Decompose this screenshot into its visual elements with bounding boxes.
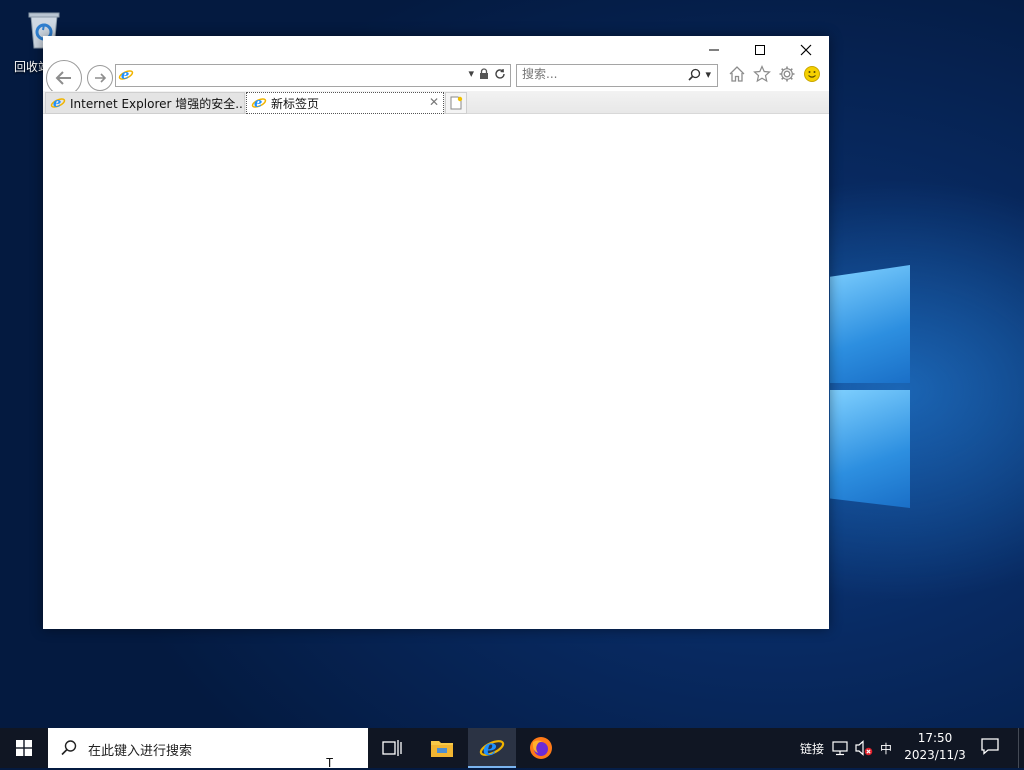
maximize-icon <box>755 45 765 55</box>
task-view-button[interactable] <box>368 728 416 768</box>
volume-tray-button[interactable] <box>855 728 873 768</box>
refresh-icon[interactable] <box>494 68 506 80</box>
show-desktop-button[interactable] <box>1018 728 1024 768</box>
feedback-smiley-icon[interactable] <box>803 65 821 83</box>
notification-icon <box>981 738 999 755</box>
forward-button[interactable] <box>87 65 113 91</box>
tab-ie-enhanced-security[interactable]: e Internet Explorer 增强的安全... <box>45 92 245 114</box>
internet-explorer-window: e ▾ ▾ <box>43 36 829 629</box>
svg-text:e: e <box>254 96 262 110</box>
firefox-taskbar-button[interactable] <box>517 728 565 768</box>
windows-start-icon <box>16 740 32 756</box>
search-icon <box>61 740 77 756</box>
taskbar: 在此键入进行搜索 T e 链接 中 17:50 2023/11/3 <box>0 728 1024 770</box>
task-view-icon <box>382 740 402 756</box>
navigation-bar: e ▾ ▾ <box>43 60 829 96</box>
taskbar-clock[interactable]: 17:50 2023/11/3 <box>902 730 968 764</box>
links-toolbar[interactable]: 链接 <box>800 728 824 768</box>
wallpaper-pane-top <box>830 265 910 383</box>
lock-icon <box>480 68 488 79</box>
taskbar-search-box[interactable]: 在此键入进行搜索 T <box>48 728 368 770</box>
ime-label: 中 <box>880 741 893 756</box>
svg-text:e: e <box>121 68 129 82</box>
home-icon[interactable] <box>728 65 746 83</box>
wallpaper-pane-bottom <box>830 390 910 508</box>
links-label: 链接 <box>800 741 825 756</box>
svg-text:e: e <box>53 96 61 110</box>
tab-new-tab[interactable]: e 新标签页 ✕ <box>246 92 444 114</box>
page-content-area[interactable] <box>43 114 829 629</box>
new-tab-button[interactable] <box>445 92 467 114</box>
ie-tab-icon: e <box>251 94 267 113</box>
tab-label: Internet Explorer 增强的安全... <box>70 96 245 111</box>
search-box[interactable]: ▾ <box>516 64 718 87</box>
search-icon[interactable] <box>688 68 701 81</box>
ie-page-icon: e <box>118 66 134 85</box>
ie-tab-icon: e <box>50 94 66 113</box>
firefox-icon <box>530 737 552 759</box>
volume-muted-icon <box>855 740 873 756</box>
tab-strip: e Internet Explorer 增强的安全... e 新标签页 ✕ <box>43 91 829 114</box>
svg-text:e: e <box>483 735 497 760</box>
close-icon <box>800 44 812 56</box>
title-bar[interactable] <box>43 36 829 62</box>
command-icons <box>728 65 821 83</box>
address-dropdown-icon[interactable]: ▾ <box>468 67 474 80</box>
favorites-star-icon[interactable] <box>753 65 771 83</box>
tab-label: 新标签页 <box>271 96 320 111</box>
back-arrow-icon <box>55 71 71 85</box>
internet-explorer-taskbar-button[interactable]: e <box>468 728 516 768</box>
search-dropdown-icon[interactable]: ▾ <box>705 68 711 81</box>
file-explorer-taskbar-button[interactable] <box>418 728 466 768</box>
taskbar-search-placeholder: 在此键入进行搜索 <box>88 744 193 759</box>
clock-time: 17:50 <box>917 731 953 745</box>
tab-close-icon[interactable]: ✕ <box>429 95 439 109</box>
network-tray-button[interactable] <box>832 728 848 768</box>
start-button[interactable] <box>0 728 48 768</box>
network-monitor-icon <box>832 741 848 756</box>
action-center-button[interactable] <box>980 736 1000 759</box>
folder-icon <box>431 741 453 757</box>
search-input[interactable] <box>522 67 672 81</box>
minimize-icon <box>709 49 719 51</box>
internet-explorer-icon: e <box>479 735 505 760</box>
clock-date: 2023/11/3 <box>904 748 966 762</box>
settings-gear-icon[interactable] <box>778 65 796 83</box>
input-method-indicator[interactable]: 中 <box>880 728 892 768</box>
new-tab-icon <box>450 96 463 110</box>
address-bar[interactable]: e ▾ <box>115 64 511 87</box>
forward-arrow-icon <box>95 73 107 83</box>
